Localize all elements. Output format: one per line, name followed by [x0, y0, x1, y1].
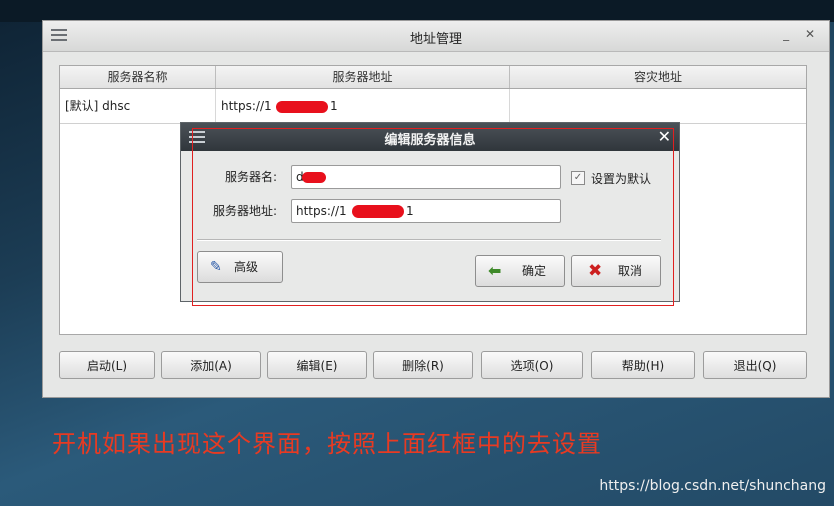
- dialog-address-suffix: 1: [406, 204, 414, 218]
- address-prefix: https://1: [221, 99, 272, 113]
- table-header: 服务器名称 服务器地址 容灾地址: [60, 66, 806, 89]
- edit-button[interactable]: 编辑(E): [267, 351, 367, 379]
- server-name-label: 服务器名:: [224, 170, 277, 184]
- column-header-name[interactable]: 服务器名称: [60, 66, 216, 88]
- close-icon[interactable]: ✕: [658, 127, 671, 146]
- cancel-x-icon: ✖: [588, 261, 603, 281]
- redaction-mark: [302, 172, 326, 183]
- column-header-backup[interactable]: 容灾地址: [510, 66, 806, 88]
- wrench-icon: ✎: [210, 259, 222, 275]
- default-checkbox-label: 设置为默认: [591, 172, 652, 186]
- ok-button[interactable]: ⬅ 确定: [475, 255, 565, 287]
- dialog-title: 编辑服务器信息: [384, 133, 476, 148]
- exit-button[interactable]: 退出(Q): [703, 351, 807, 379]
- cancel-button[interactable]: ✖ 取消: [571, 255, 661, 287]
- window-titlebar: 地址管理 _ ✕: [43, 21, 829, 52]
- redaction-mark: [352, 205, 404, 218]
- window-title: 地址管理: [409, 32, 462, 47]
- cell-server-address: https://1 1: [216, 89, 510, 123]
- dialog-titlebar: 编辑服务器信息 ✕: [181, 123, 679, 151]
- dialog-separator: [197, 239, 661, 241]
- default-checkbox[interactable]: ✓: [571, 171, 585, 185]
- dialog-address-prefix: https://1: [296, 204, 347, 218]
- address-suffix: 1: [330, 99, 338, 113]
- start-button[interactable]: 启动(L): [59, 351, 155, 379]
- cell-server-name: [默认] dhsc: [60, 89, 216, 123]
- add-button[interactable]: 添加(A): [161, 351, 261, 379]
- table-row[interactable]: [默认] dhsc https://1 1: [60, 89, 806, 124]
- action-button-row: 启动(L) 添加(A) 编辑(E) 删除(R) 选项(O) 帮助(H) 退出(Q…: [59, 351, 819, 383]
- redaction-mark: [276, 101, 328, 113]
- edit-server-dialog: 编辑服务器信息 ✕ 服务器名: d ✓ 设置为默认 服务器地址: https:/…: [180, 122, 680, 302]
- ok-button-label: 确定: [522, 264, 547, 278]
- window-controls[interactable]: _ ✕: [783, 27, 821, 41]
- ok-arrow-icon: ⬅: [488, 261, 502, 280]
- top-edge: [0, 0, 834, 22]
- advanced-button-label: 高级: [234, 260, 259, 274]
- advanced-button[interactable]: ✎ 高级: [197, 251, 283, 283]
- delete-button[interactable]: 删除(R): [373, 351, 473, 379]
- server-name-field[interactable]: d: [291, 165, 561, 189]
- instruction-caption: 开机如果出现这个界面，按照上面红框中的去设置: [52, 430, 602, 458]
- watermark: https://blog.csdn.net/shunchang: [599, 478, 826, 494]
- cancel-button-label: 取消: [618, 264, 643, 278]
- server-address-field[interactable]: https://1 1: [291, 199, 561, 223]
- column-header-address[interactable]: 服务器地址: [216, 66, 510, 88]
- help-button[interactable]: 帮助(H): [591, 351, 695, 379]
- options-button[interactable]: 选项(O): [481, 351, 583, 379]
- cell-backup-address: [510, 89, 806, 123]
- server-address-label: 服务器地址:: [212, 204, 277, 218]
